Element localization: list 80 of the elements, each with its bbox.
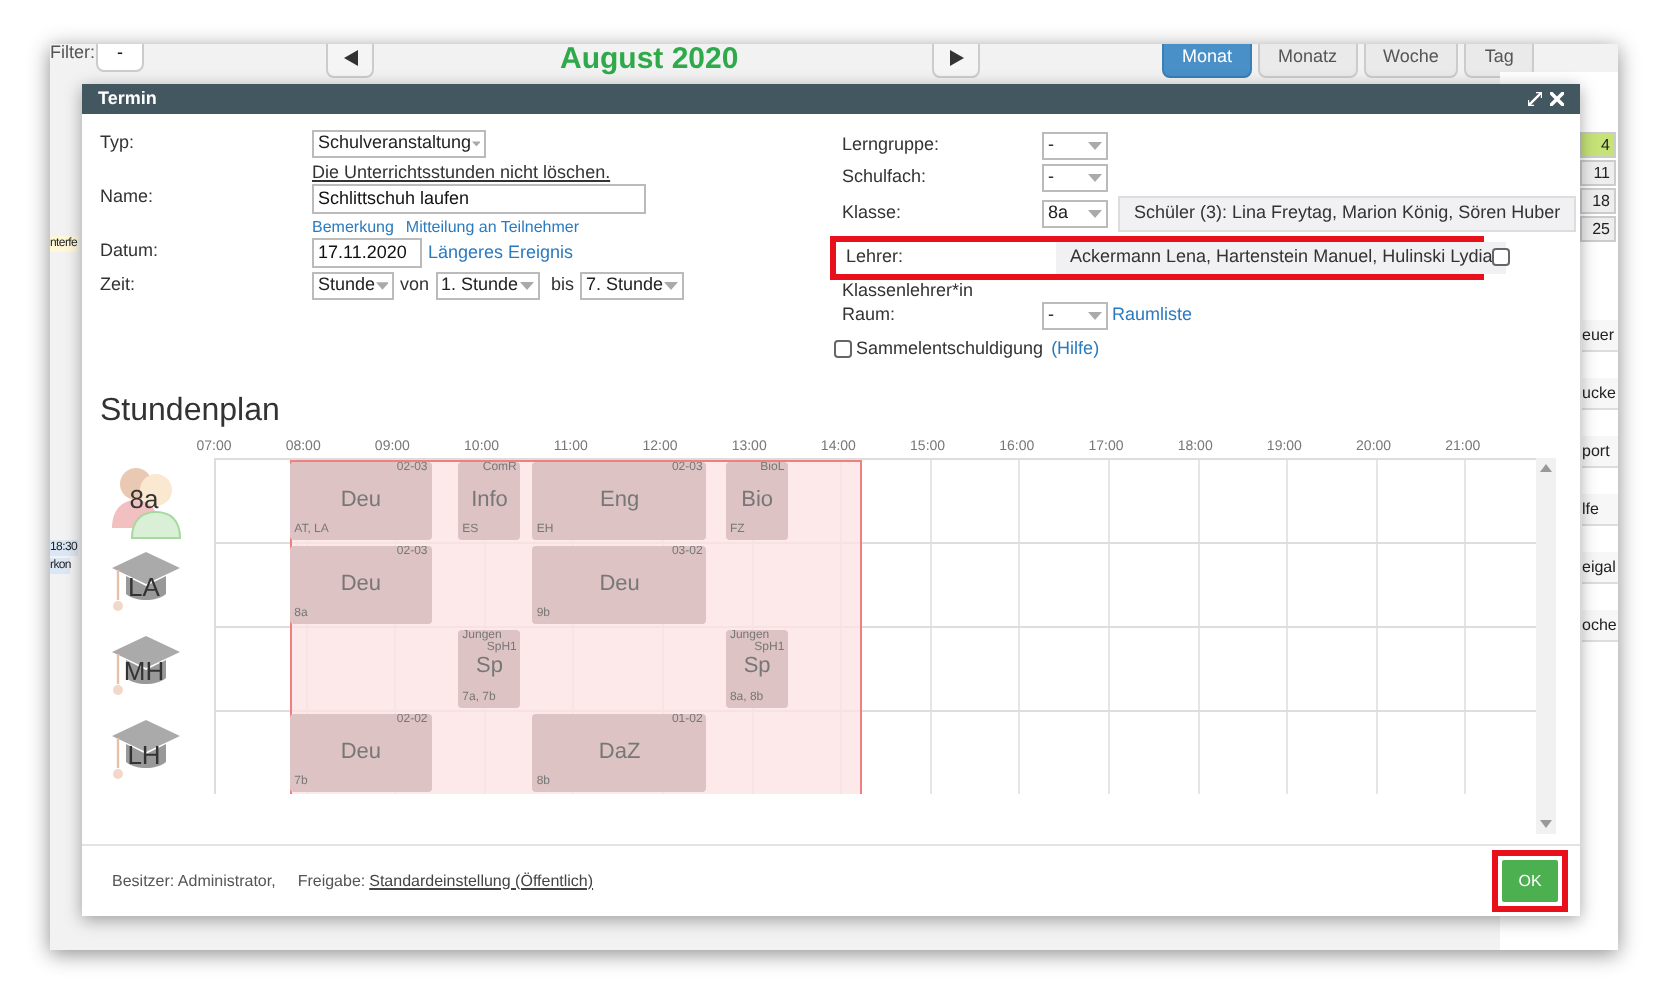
checkbox[interactable] [1492,247,1510,265]
field-label: Schulfach: [840,164,929,191]
section-title: Stundenplan [98,392,282,432]
subject-label: Deu [597,572,642,596]
checkbox-label: Sammelentschuldigung [856,336,1044,362]
checkbox[interactable] [834,340,852,359]
caret-icon [1088,174,1102,182]
link[interactable]: Die Unterrichtsstunden nicht löschen. [312,162,611,182]
name-field[interactable]: Schlittschuh laufen [312,184,646,214]
dropdown[interactable]: 7. Stunde [580,272,685,300]
subject-label: Bio [739,488,776,512]
field-label: Lerngruppe: [840,132,942,159]
link[interactable]: Raumliste [1112,302,1193,330]
month-title: August 2020 [560,44,739,78]
student-list: Schüler (3): Lina Freytag, Marion König, Sören Huber [1118,195,1577,231]
caret-icon [471,140,480,148]
next-button[interactable] [932,44,980,78]
dropdown[interactable]: - [1042,164,1108,192]
caret-icon [1088,142,1102,150]
field-label: Klassenlehrer*in [840,280,976,300]
field-label: von [400,272,430,299]
owner-text: Besitzer: Administrator, [112,869,276,893]
dropdown[interactable]: Stunde [312,272,394,300]
subject-label: Sp [474,654,505,678]
side-menu-item[interactable]: port [1582,436,1618,468]
dropdown[interactable]: 8a [1042,199,1108,227]
link[interactable]: Mitteilung an Teilnehmer [405,218,579,238]
field-label: Datum: [100,238,161,264]
subject-label: Sp [741,654,773,678]
calendar-day[interactable]: 4 [1580,132,1616,158]
dropdown[interactable]: - [1042,132,1108,160]
calendar-day[interactable]: 11 [1580,160,1616,186]
field-label: Zeit: [100,272,138,298]
caret-icon [519,282,534,290]
row-label: MH [121,654,167,690]
caret-icon [664,282,679,290]
row-label: 8a [127,482,161,518]
field-label: Klasse: [840,199,904,226]
dropdown[interactable]: Schulveranstaltung [312,130,486,158]
caret-icon [1088,209,1102,217]
field-label: Raum: [840,302,898,329]
filter-dropdown[interactable]: - [96,44,144,72]
window-title: Termin [98,85,157,112]
teacher-list: Ackermann Lena, Hartenstein Manuel, Hulinski Lydia [1056,242,1507,274]
filter-label: Filter: [50,44,95,66]
field-label: Lehrer: [844,244,906,271]
side-menu-item[interactable]: oche [1582,610,1618,642]
caret-icon [375,282,388,290]
side-menu-item[interactable]: lfe [1582,494,1618,526]
expand-icon[interactable] [1528,92,1542,106]
side-menu-item[interactable]: ucke [1582,378,1618,410]
close-icon[interactable] [1550,92,1564,106]
link[interactable]: Bemerkung [312,218,394,238]
view-tab[interactable]: Woche [1363,44,1459,78]
caret-icon [1088,312,1102,320]
previous-button[interactable] [326,44,374,78]
subject-label: Eng [598,488,642,512]
subject-label: Deu [338,572,384,596]
subject-label: Deu [338,740,384,764]
subject-label: DaZ [596,740,643,764]
calendar-day[interactable]: 18 [1580,188,1616,214]
left-arrow-icon [343,49,357,65]
right-arrow-icon [949,49,963,65]
subject-label: Deu [338,488,384,512]
field-label: Name: [100,184,156,210]
field-label: bis [551,272,575,299]
view-tab[interactable]: Tag [1464,44,1534,78]
side-menu-item[interactable]: euer [1582,320,1618,352]
share-label: Freigabe: [297,869,366,893]
subject-label: Info [469,488,510,512]
link[interactable]: Längeres Ereignis [428,239,574,267]
link[interactable]: (Hilfe) [1051,336,1100,363]
field-label: Typ: [100,130,137,156]
side-menu-item[interactable]: eigal [1582,552,1618,584]
view-tab[interactable]: Monatz [1258,44,1358,78]
room-dropdown[interactable]: - [1042,302,1108,330]
dropdown[interactable]: 1. Stunde [435,272,540,300]
calendar-day[interactable]: 25 [1580,216,1616,242]
date-field[interactable]: 17.11.2020 [312,238,422,268]
link[interactable]: Standardeinstellung (Öffentlich) [369,869,594,893]
